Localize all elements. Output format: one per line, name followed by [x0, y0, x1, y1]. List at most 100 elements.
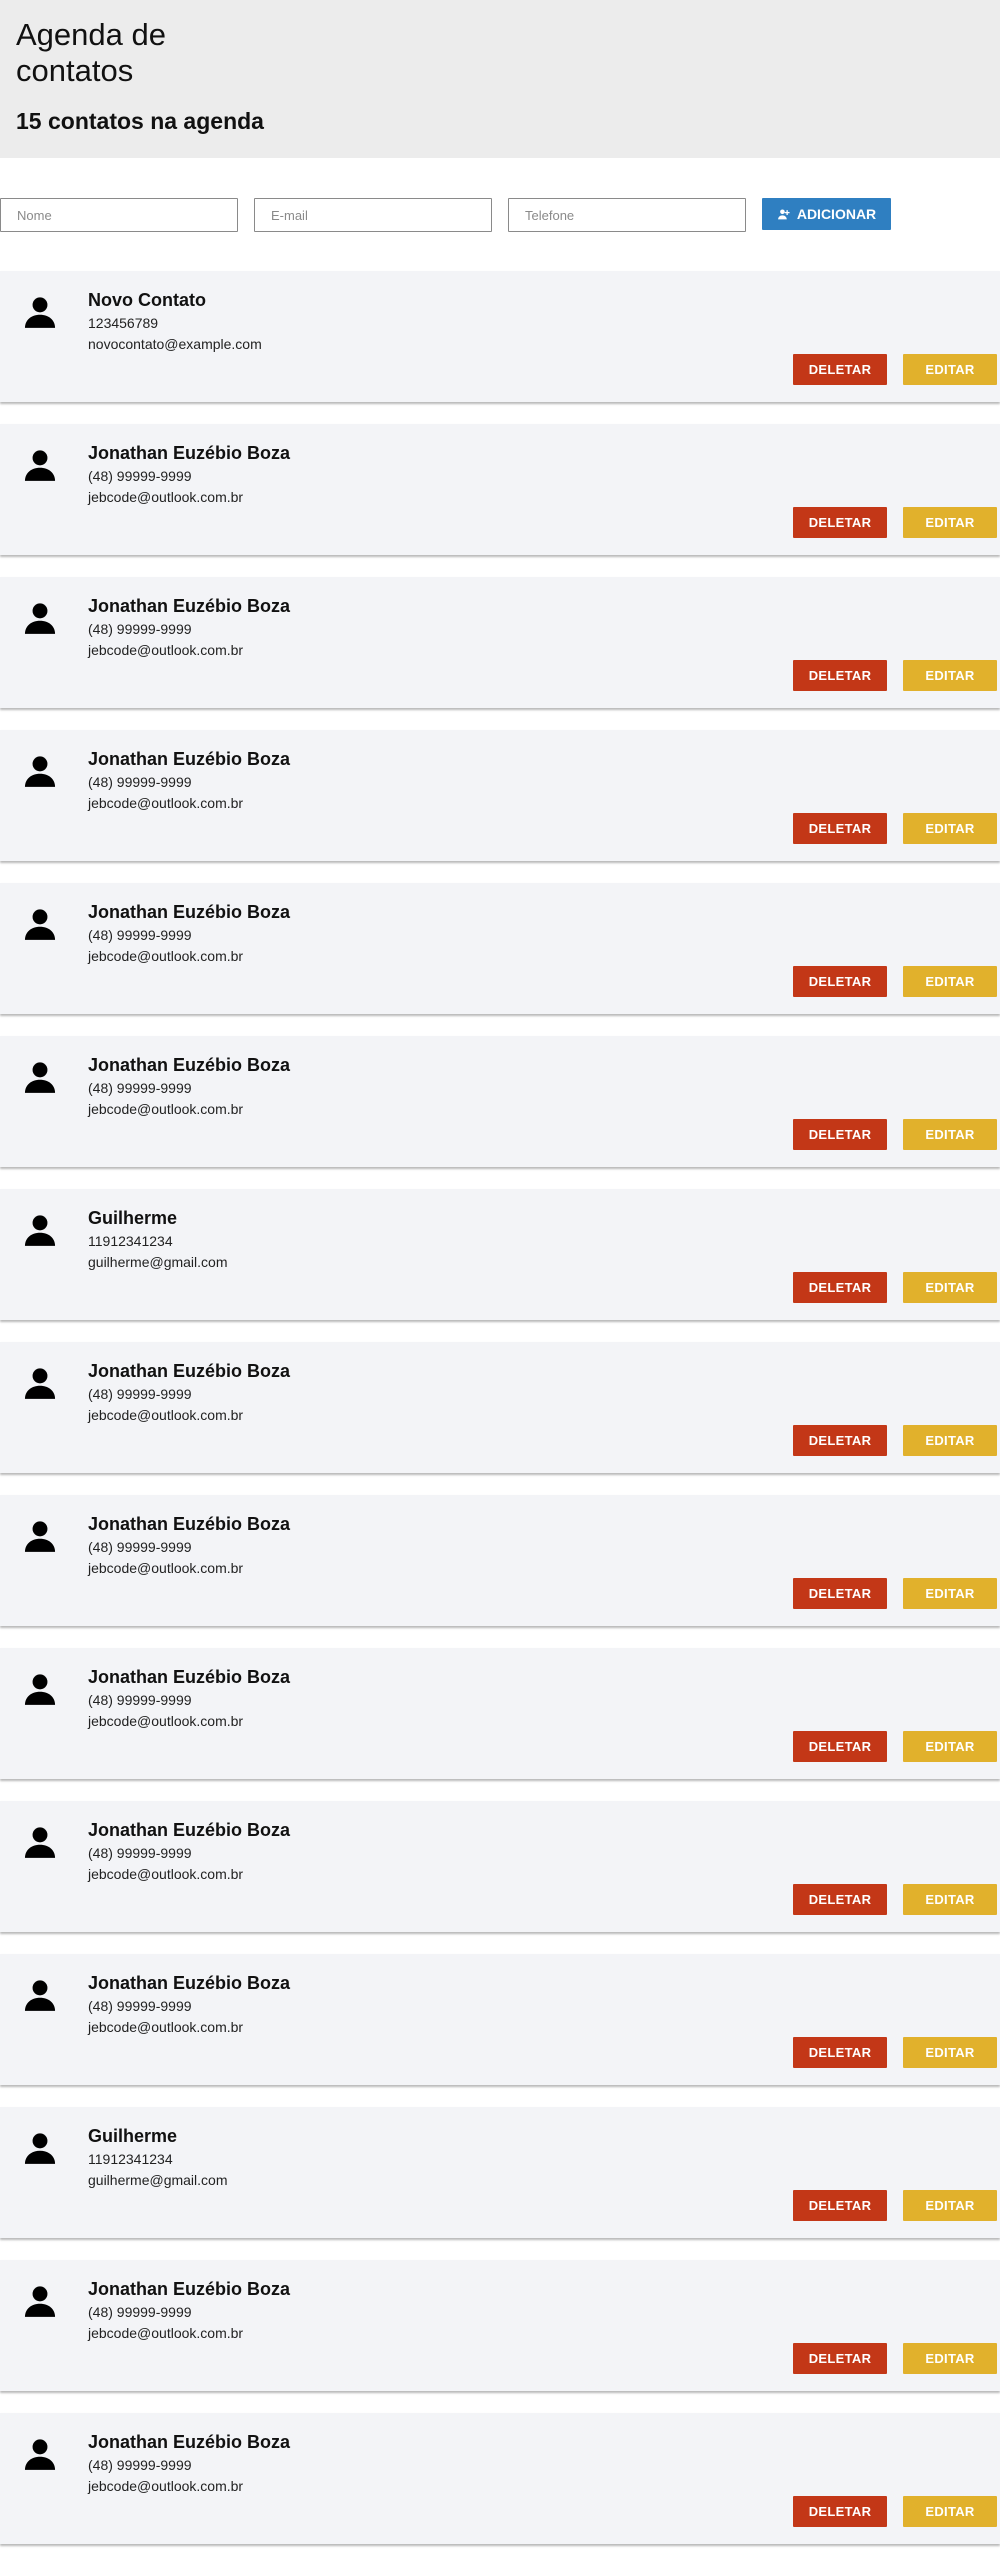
person-icon — [21, 2129, 59, 2167]
contact-card: Jonathan Euzébio Boza (48) 99999-9999 je… — [0, 1342, 1000, 1473]
contact-name: Jonathan Euzébio Boza — [88, 1820, 291, 1840]
person-icon — [21, 293, 59, 331]
delete-button[interactable]: DELETAR — [793, 1119, 887, 1150]
contact-phone: (48) 99999-9999 — [88, 1845, 192, 1861]
edit-button[interactable]: EDITAR — [903, 1119, 997, 1150]
edit-button[interactable]: EDITAR — [903, 2496, 997, 2527]
contact-card: Jonathan Euzébio Boza (48) 99999-9999 je… — [0, 2260, 1000, 2391]
delete-button[interactable]: DELETAR — [793, 2037, 887, 2068]
delete-button[interactable]: DELETAR — [793, 1731, 887, 1762]
contact-phone: (48) 99999-9999 — [88, 621, 192, 637]
edit-button[interactable]: EDITAR — [903, 813, 997, 844]
contact-count: 15 contatos na agenda — [16, 108, 264, 134]
person-icon — [21, 1517, 59, 1555]
delete-button[interactable]: DELETAR — [793, 1884, 887, 1915]
contact-email: jebcode@outlook.com.br — [88, 2478, 244, 2494]
email-input[interactable] — [254, 198, 492, 232]
edit-button[interactable]: EDITAR — [903, 1884, 997, 1915]
edit-button[interactable]: EDITAR — [903, 1578, 997, 1609]
person-icon — [21, 1364, 59, 1402]
edit-button[interactable]: EDITAR — [903, 660, 997, 691]
person-icon — [21, 1211, 59, 1249]
contact-list: Novo Contato 123456789 novocontato@examp… — [0, 271, 1000, 2566]
contact-name: Guilherme — [88, 2126, 178, 2146]
delete-button[interactable]: DELETAR — [793, 966, 887, 997]
person-icon — [21, 599, 59, 637]
edit-button[interactable]: EDITAR — [903, 966, 997, 997]
phone-input[interactable] — [508, 198, 746, 232]
edit-button[interactable]: EDITAR — [903, 1425, 997, 1456]
page-header: Agenda de contatos 15 contatos na agenda — [0, 0, 1000, 158]
contact-card: Guilherme 11912341234 guilherme@gmail.co… — [0, 2107, 1000, 2238]
contact-card: Jonathan Euzébio Boza (48) 99999-9999 je… — [0, 424, 1000, 555]
contact-phone: (48) 99999-9999 — [88, 2457, 192, 2473]
add-button[interactable]: ADICIONAR — [762, 198, 891, 230]
contact-name: Jonathan Euzébio Boza — [88, 749, 291, 769]
contact-phone: (48) 99999-9999 — [88, 1998, 192, 2014]
contact-card: Jonathan Euzébio Boza (48) 99999-9999 je… — [0, 2413, 1000, 2544]
contact-email: jebcode@outlook.com.br — [88, 1866, 244, 1882]
contact-phone: (48) 99999-9999 — [88, 1539, 192, 1555]
delete-button[interactable]: DELETAR — [793, 2343, 887, 2374]
contact-email: jebcode@outlook.com.br — [88, 795, 244, 811]
contact-email: jebcode@outlook.com.br — [88, 2019, 244, 2035]
contact-email: jebcode@outlook.com.br — [88, 1101, 244, 1117]
contact-name: Guilherme — [88, 1208, 178, 1228]
delete-button[interactable]: DELETAR — [793, 2190, 887, 2221]
person-icon — [21, 1823, 59, 1861]
delete-button[interactable]: DELETAR — [793, 1578, 887, 1609]
delete-button[interactable]: DELETAR — [793, 660, 887, 691]
contact-card: Jonathan Euzébio Boza (48) 99999-9999 je… — [0, 1495, 1000, 1626]
edit-button[interactable]: EDITAR — [903, 1272, 997, 1303]
contact-name: Jonathan Euzébio Boza — [88, 1514, 291, 1534]
contact-email: guilherme@gmail.com — [88, 1254, 228, 1270]
delete-button[interactable]: DELETAR — [793, 2496, 887, 2527]
add-button-label: ADICIONAR — [796, 206, 877, 222]
delete-button[interactable]: DELETAR — [793, 1425, 887, 1456]
delete-button[interactable]: DELETAR — [793, 507, 887, 538]
person-icon — [21, 446, 59, 484]
edit-button[interactable]: EDITAR — [903, 2037, 997, 2068]
contact-card: Jonathan Euzébio Boza (48) 99999-9999 je… — [0, 883, 1000, 1014]
person-icon — [21, 2282, 59, 2320]
contact-phone: (48) 99999-9999 — [88, 468, 192, 484]
edit-button[interactable]: EDITAR — [903, 2343, 997, 2374]
contact-email: jebcode@outlook.com.br — [88, 948, 244, 964]
contact-email: jebcode@outlook.com.br — [88, 642, 244, 658]
app-title: Agenda de contatos — [16, 17, 166, 88]
person-icon — [21, 905, 59, 943]
edit-button[interactable]: EDITAR — [903, 507, 997, 538]
add-contact-form: ADICIONAR — [0, 198, 1000, 232]
contact-email: jebcode@outlook.com.br — [88, 1407, 244, 1423]
contact-card: Jonathan Euzébio Boza (48) 99999-9999 je… — [0, 1954, 1000, 2085]
contact-card: Jonathan Euzébio Boza (48) 99999-9999 je… — [0, 577, 1000, 708]
delete-button[interactable]: DELETAR — [793, 354, 887, 385]
delete-button[interactable]: DELETAR — [793, 813, 887, 844]
contact-card: Jonathan Euzébio Boza (48) 99999-9999 je… — [0, 1036, 1000, 1167]
contact-name: Jonathan Euzébio Boza — [88, 596, 291, 616]
name-input[interactable] — [0, 198, 238, 232]
contact-phone: (48) 99999-9999 — [88, 1080, 192, 1096]
contact-name: Jonathan Euzébio Boza — [88, 1055, 291, 1075]
person-icon — [21, 1058, 59, 1096]
contact-name: Novo Contato — [88, 290, 206, 310]
add-user-icon — [777, 209, 790, 219]
person-icon — [21, 1670, 59, 1708]
edit-button[interactable]: EDITAR — [903, 1731, 997, 1762]
delete-button[interactable]: DELETAR — [793, 1272, 887, 1303]
person-icon — [21, 752, 59, 790]
contact-email: guilherme@gmail.com — [88, 2172, 228, 2188]
contact-card: Jonathan Euzébio Boza (48) 99999-9999 je… — [0, 730, 1000, 861]
contact-name: Jonathan Euzébio Boza — [88, 443, 291, 463]
contact-email: jebcode@outlook.com.br — [88, 1713, 244, 1729]
contact-card: Jonathan Euzébio Boza (48) 99999-9999 je… — [0, 1648, 1000, 1779]
edit-button[interactable]: EDITAR — [903, 354, 997, 385]
contact-phone: 11912341234 — [88, 2151, 173, 2167]
contact-name: Jonathan Euzébio Boza — [88, 1361, 291, 1381]
contact-phone: (48) 99999-9999 — [88, 774, 192, 790]
contact-card: Jonathan Euzébio Boza (48) 99999-9999 je… — [0, 1801, 1000, 1932]
contact-name: Jonathan Euzébio Boza — [88, 1973, 291, 1993]
contact-email: jebcode@outlook.com.br — [88, 2325, 244, 2341]
edit-button[interactable]: EDITAR — [903, 2190, 997, 2221]
contact-phone: (48) 99999-9999 — [88, 1386, 192, 1402]
